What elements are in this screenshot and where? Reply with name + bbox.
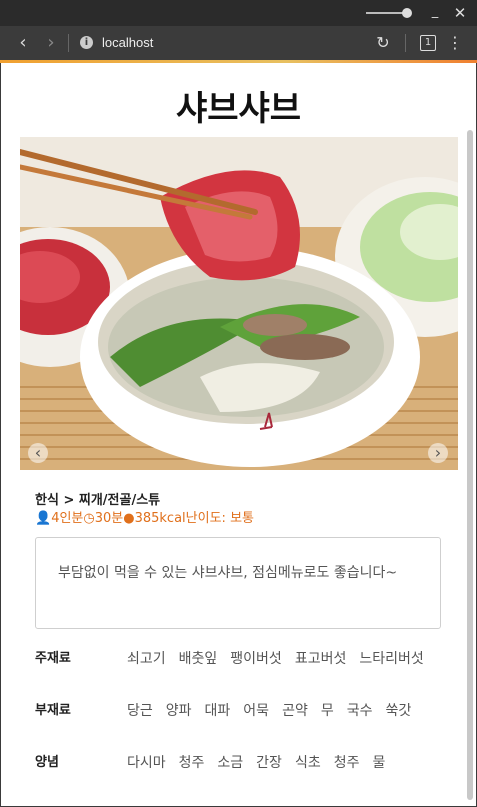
zoom-slider-handle[interactable] bbox=[402, 8, 412, 18]
ingredient-item: 청주 bbox=[178, 755, 205, 771]
recipe-description: 부담없이 먹을 수 있는 샤브샤브, 점심메뉴로도 좋습니다~ bbox=[35, 537, 441, 629]
category-breadcrumb: 한식 > 찌개/전골/스튜 bbox=[35, 493, 161, 508]
back-icon[interactable]: ‹ bbox=[14, 34, 32, 52]
url-text[interactable]: localhost bbox=[102, 34, 153, 52]
cook-time: 30분 bbox=[94, 511, 124, 526]
person-icon: 👤 bbox=[35, 511, 52, 526]
sub-ingredients-label: 부재료 bbox=[35, 703, 71, 718]
toolbar-divider bbox=[68, 34, 69, 52]
recipe-photo bbox=[20, 137, 458, 470]
reload-icon[interactable]: ↻ bbox=[374, 34, 392, 52]
ingredient-item: 당근 bbox=[127, 703, 153, 719]
ingredient-item: 어묵 bbox=[243, 703, 270, 719]
shabu-shabu-illustration bbox=[20, 137, 458, 470]
sub-ingredients-list: 당근 양파 대파 어묵 곤약 무 국수 쑥갓 bbox=[127, 699, 445, 723]
difficulty: 난이도: 보통 bbox=[185, 511, 254, 526]
ingredient-item: 쑥갓 bbox=[385, 703, 412, 719]
main-ingredients-label: 주재료 bbox=[35, 651, 71, 666]
info-icon[interactable]: i bbox=[80, 36, 93, 49]
ingredient-item: 소금 bbox=[217, 755, 244, 771]
menu-dots-icon[interactable]: ⋮ bbox=[446, 34, 464, 52]
apple-icon: ● bbox=[123, 511, 135, 526]
ingredient-item: 양파 bbox=[165, 703, 192, 719]
browser-toolbar: ‹ › i localhost ↻ 1 ⋮ bbox=[0, 26, 477, 60]
page-scrollbar[interactable] bbox=[467, 130, 473, 800]
sauce-list: 다시마 청주 소금 간장 식초 청주 물 bbox=[127, 751, 445, 775]
carousel-prev-arrow[interactable]: ‹ bbox=[28, 443, 48, 463]
toolbar-divider bbox=[405, 34, 406, 52]
forward-icon[interactable]: › bbox=[42, 34, 60, 52]
close-icon[interactable]: ✕ bbox=[452, 5, 468, 21]
ingredient-item: 표고버섯 bbox=[294, 651, 347, 667]
window-title-bar: _ ✕ bbox=[0, 0, 477, 26]
ingredient-item: 물 bbox=[372, 755, 386, 771]
ingredient-item: 청주 bbox=[333, 755, 360, 771]
clock-icon: ◷ bbox=[83, 511, 95, 526]
ingredient-item: 식초 bbox=[294, 755, 321, 771]
ingredient-item: 다시마 bbox=[127, 755, 166, 771]
ingredient-item: 배춧잎 bbox=[178, 651, 218, 667]
recipe-meta: 👤4인분◷30분●385kcal난이도: 보통 bbox=[35, 507, 254, 526]
recipe-title: 샤브샤브 bbox=[175, 89, 302, 129]
ingredient-item: 간장 bbox=[256, 755, 282, 771]
ingredient-item: 국수 bbox=[346, 703, 373, 719]
calories: 385kcal bbox=[134, 511, 186, 526]
servings: 4인분 bbox=[51, 511, 84, 526]
minimize-icon[interactable]: _ bbox=[428, 5, 442, 19]
page-content: 샤브샤브 ‹ › 한식 > 찌개/전골/스튜 👤4인분◷30분●385kcal난… bbox=[1, 63, 476, 806]
main-ingredients-list: 쇠고기 배춧잎 팽이버섯 표고버섯 느타리버섯 bbox=[127, 647, 445, 671]
ingredient-item: 느타리버섯 bbox=[359, 651, 424, 667]
ingredient-item: 팽이버섯 bbox=[230, 651, 282, 667]
ingredient-item: 쇠고기 bbox=[127, 651, 166, 667]
carousel-next-arrow[interactable]: › bbox=[428, 443, 448, 463]
tab-count-button[interactable]: 1 bbox=[420, 35, 436, 51]
ingredient-item: 대파 bbox=[204, 703, 231, 719]
ingredient-item: 곤약 bbox=[282, 703, 308, 719]
ingredient-item: 무 bbox=[320, 703, 334, 719]
sauce-label: 양념 bbox=[35, 755, 59, 770]
